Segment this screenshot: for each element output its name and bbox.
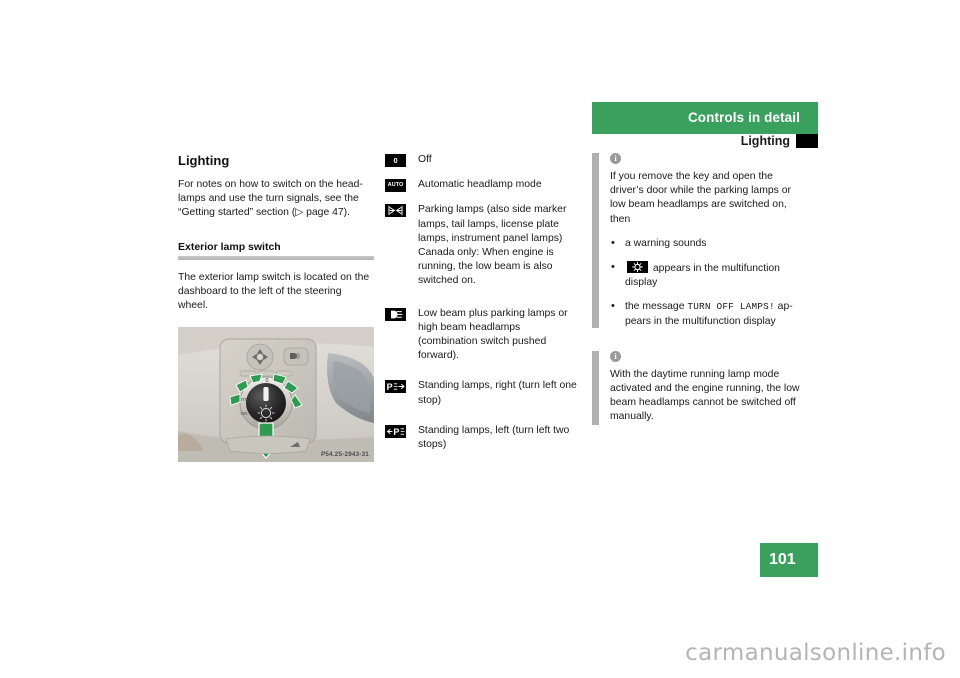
note-accent-bar xyxy=(592,153,599,328)
page-number: 101 xyxy=(760,543,818,577)
off-position-icon: 0 xyxy=(385,154,406,167)
lamp-warning-glyph xyxy=(632,261,643,273)
info-note: i If you remove the key and open the dri… xyxy=(592,153,808,329)
notes-column: i If you remove the key and open the dri… xyxy=(592,153,808,447)
bullet-text: a warning sounds xyxy=(625,237,707,249)
info-icon: i xyxy=(610,153,621,164)
page-title: Lighting xyxy=(178,153,230,168)
subsection-divider xyxy=(178,255,374,260)
switch-positions-column: 0 Off AUTO Automatic headlamp mode Parki… xyxy=(385,153,581,463)
display-message-text: TURN OFF LAMPS! xyxy=(687,301,775,313)
low-beam-headlamp-icon xyxy=(385,307,406,321)
auto-headlamp-icon: AUTO xyxy=(385,179,406,193)
svg-text:ON: ON xyxy=(241,411,248,416)
subsection-paragraph: The exterior lamp switch is located on t… xyxy=(178,271,370,312)
switch-position-row: Low beam plus parking lamps or high beam… xyxy=(385,307,581,364)
section-title: Lighting xyxy=(740,134,790,148)
info-icon: i xyxy=(610,350,621,362)
note-intro: If you remove the key and open the drive… xyxy=(610,171,791,225)
auto-headlamp-label: AUTO xyxy=(387,181,404,188)
switch-position-text: Automatic headlamp mode xyxy=(418,179,542,191)
figure-caption: P54.25-2943-31 xyxy=(321,451,369,459)
switch-position-row: P Standing lamps, left (turn left two st… xyxy=(385,424,581,452)
intro-paragraph: For notes on how to switch on the head-l… xyxy=(178,179,363,219)
low-beam-glyph xyxy=(391,310,403,319)
subsection-title: Exterior lamp switch xyxy=(178,240,281,253)
note-accent-bar xyxy=(592,350,599,425)
section-header: Lighting xyxy=(592,134,818,149)
lamp-warning-icon xyxy=(627,261,648,274)
switch-position-row: 0 Off xyxy=(385,153,581,167)
section-marker xyxy=(796,134,818,148)
chapter-banner: Controls in detail xyxy=(592,102,818,134)
parking-lamps-glyph xyxy=(388,206,403,216)
switch-position-row: Parking lamps (also side marker lamps, t… xyxy=(385,203,581,288)
bullet-text: appears in the multifunction display xyxy=(625,263,780,289)
bullet-text-pre: the message xyxy=(625,301,685,313)
off-position-label: 0 xyxy=(393,155,398,165)
parking-lamps-icon xyxy=(385,204,406,218)
switch-position-text: Off xyxy=(418,154,432,165)
standing-lamps-left-icon: P xyxy=(385,424,406,438)
standing-lamps-left-glyph: P xyxy=(386,427,405,437)
switch-position-text: Low beam plus parking lamps or high beam… xyxy=(418,307,568,362)
switch-position-row: AUTO Automatic headlamp mode xyxy=(385,178,581,193)
svg-text:0: 0 xyxy=(266,378,269,384)
watermark: carmanualsonline.info xyxy=(685,640,946,666)
svg-text:P: P xyxy=(393,427,399,437)
switch-position-text: Parking lamps (also side marker lamps, t… xyxy=(418,204,567,287)
note-intro: With the daytime running lamp mode activ… xyxy=(610,368,800,423)
list-item: the message TURN OFF LAMPS! ap-pears in … xyxy=(610,299,808,328)
standing-lamps-right-icon: P xyxy=(385,380,406,394)
list-item: a warning sounds xyxy=(610,236,808,251)
lamp-switch-photo: 0 AUTO ON P54.25-2943-31 xyxy=(178,327,374,463)
left-column: Lighting For notes on how to switch on t… xyxy=(178,153,374,463)
switch-position-text: Standing lamps, left (turn left two stop… xyxy=(418,424,570,451)
switch-position-row: P Standing lamps, right (turn left one s… xyxy=(385,379,581,407)
chapter-title: Controls in detail xyxy=(687,110,800,125)
switch-position-text: Standing lamps, right (turn left one sto… xyxy=(418,380,577,406)
svg-text:P: P xyxy=(387,382,393,392)
list-item: appears in the multifunction display xyxy=(610,260,808,290)
note-bullets: a warning sounds appears in the multifun… xyxy=(610,236,808,329)
lamp-switch-illustration: 0 AUTO ON xyxy=(178,327,374,463)
info-note: i With the daytime running lamp mode act… xyxy=(592,350,808,425)
standing-lamps-right-glyph: P xyxy=(387,382,405,392)
